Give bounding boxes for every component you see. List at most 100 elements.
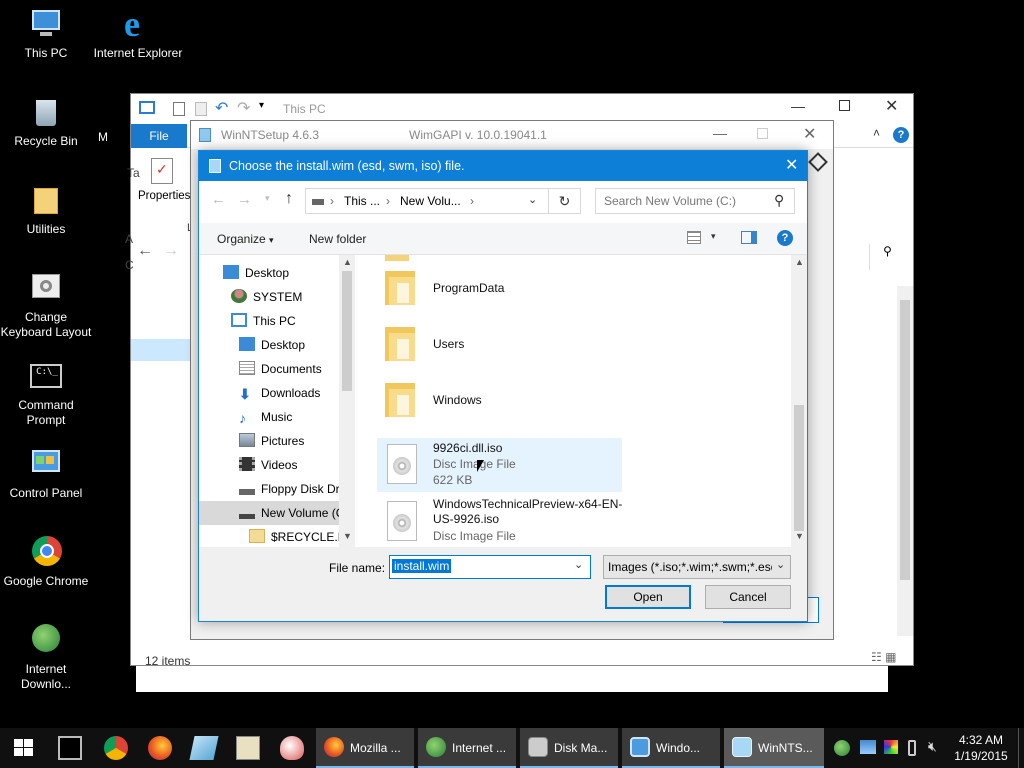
properties-icon[interactable]: [173, 102, 185, 116]
refresh-button[interactable]: ↻: [549, 188, 581, 214]
new-folder-button[interactable]: New folder: [309, 232, 366, 246]
details-view-icon[interactable]: ☷ ▦: [871, 650, 896, 664]
maximize-button[interactable]: [757, 128, 768, 139]
back-arrow-icon[interactable]: ←: [137, 242, 153, 260]
search-input[interactable]: Search New Volume (C:): [604, 194, 736, 208]
tray-download-icon[interactable]: [834, 740, 850, 756]
clock[interactable]: 4:32 AM 1/19/2015: [952, 732, 1010, 764]
file-item-programdata[interactable]: ProgramData: [377, 261, 622, 313]
taskbar-button-disk-management[interactable]: Disk Ma...: [520, 728, 618, 768]
clock-date: 1/19/2015: [954, 749, 1008, 763]
desktop-icon-command-prompt[interactable]: C:\_ Command Prompt: [0, 360, 92, 428]
desktop-icon-recycle-bin[interactable]: Recycle Bin: [0, 96, 92, 149]
speaker-muted-icon[interactable]: 🔇︎: [928, 738, 937, 755]
properties-label[interactable]: Properties: [138, 190, 190, 202]
cancel-button[interactable]: Cancel: [705, 585, 791, 609]
close-button[interactable]: ✕: [803, 124, 816, 144]
tree-item-system[interactable]: SYSTEM: [231, 285, 302, 309]
pictures-icon: [239, 433, 255, 447]
search-box[interactable]: Search New Volume (C:) ⚲: [595, 188, 795, 214]
tree-item-music[interactable]: ♪ Music: [239, 405, 292, 429]
desktop-icon-internet-explorer[interactable]: e Internet Explorer: [92, 6, 184, 61]
tree-item-documents[interactable]: Documents: [239, 357, 322, 381]
chart-app-icon[interactable]: [236, 736, 260, 760]
start-button[interactable]: [14, 739, 34, 757]
search-icon[interactable]: ⚲: [869, 244, 905, 270]
app-icon[interactable]: [189, 736, 219, 760]
chrome-icon[interactable]: [104, 736, 128, 760]
globe-icon: [28, 624, 64, 658]
open-button[interactable]: Open: [605, 585, 691, 609]
firefox-icon[interactable]: [148, 736, 172, 760]
tree-item-floppy[interactable]: Floppy Disk Dri: [239, 477, 342, 501]
breadcrumb-item[interactable]: This ...: [344, 194, 380, 208]
preview-pane-icon[interactable]: [741, 231, 757, 244]
forward-arrow-icon[interactable]: →: [237, 191, 252, 208]
breadcrumb-item[interactable]: New Volu...: [400, 194, 461, 208]
view-options-icon[interactable]: [687, 231, 701, 244]
close-button[interactable]: ✕: [785, 151, 798, 181]
new-folder-icon[interactable]: [195, 102, 207, 116]
tree-item-desktop-sub[interactable]: Desktop: [239, 333, 305, 357]
chevron-down-icon[interactable]: ⌄: [528, 193, 537, 206]
address-bar[interactable]: › This ... › New Volu... › ⌄: [305, 188, 549, 214]
forward-arrow-icon[interactable]: →: [163, 242, 179, 260]
user-icon: [231, 289, 247, 303]
organize-menu[interactable]: Organize ▾: [217, 232, 274, 246]
search-icon[interactable]: ⚲: [774, 192, 784, 209]
help-icon[interactable]: ?: [893, 127, 909, 143]
file-item-windows-technical-preview-iso[interactable]: WindowsTechnicalPreview-x64-EN-US-9926.i…: [377, 495, 627, 547]
close-button[interactable]: ✕: [885, 96, 898, 116]
chevron-down-icon[interactable]: ▾: [711, 231, 716, 242]
drive-icon[interactable]: [808, 152, 828, 172]
desktop-icon-this-pc[interactable]: This PC: [0, 8, 92, 61]
tree-item-this-pc[interactable]: This PC: [231, 309, 296, 333]
tree-item-desktop[interactable]: Desktop: [223, 261, 289, 285]
taskbar-button-windows[interactable]: Windo...: [622, 728, 720, 768]
desktop-icon-utilities[interactable]: Utilities: [0, 184, 92, 237]
up-arrow-icon[interactable]: ↑: [285, 190, 293, 208]
desktop-icon-change-keyboard-layout[interactable]: Change Keyboard Layout: [0, 272, 92, 340]
file-item-9926ci-iso[interactable]: 9926ci.dll.iso Disc Image File 622 KB: [377, 438, 622, 492]
file-item-users[interactable]: Users: [377, 317, 622, 369]
usb-icon[interactable]: [908, 740, 916, 756]
file-type-filter[interactable]: Images (*.iso;*.wim;*.swm;*.esd ⌄: [603, 555, 791, 579]
chevron-up-icon[interactable]: ˄: [873, 126, 880, 140]
tree-scrollbar[interactable]: ▲ ▼: [339, 255, 355, 547]
tree-item-downloads[interactable]: ⬇ Downloads: [239, 381, 320, 405]
show-desktop-button[interactable]: [1018, 728, 1024, 768]
tree-item-recycle[interactable]: $RECYCLE.BII: [249, 525, 352, 547]
tree-item-pictures[interactable]: Pictures: [239, 429, 304, 453]
tree-item-videos[interactable]: Videos: [239, 453, 297, 477]
explorer-scrollbar[interactable]: [897, 286, 913, 636]
tree-item-new-volume[interactable]: New Volume (C: [239, 501, 344, 525]
filename-input[interactable]: install.wim: [392, 559, 452, 573]
desktop-icon-label: Control Panel: [9, 486, 83, 500]
minimize-button[interactable]: —: [713, 125, 727, 141]
redo-icon[interactable]: ↷: [237, 98, 250, 118]
paint-icon[interactable]: [280, 736, 304, 760]
command-prompt-icon[interactable]: [58, 736, 82, 760]
taskbar-button-internet[interactable]: Internet ...: [418, 728, 516, 768]
help-icon[interactable]: ?: [777, 230, 793, 246]
chevron-down-icon: ⌄: [776, 559, 786, 571]
desktop-icon-google-chrome[interactable]: Google Chrome: [0, 536, 92, 589]
maximize-button[interactable]: [839, 100, 850, 111]
desktop-icon-internet-download-manager[interactable]: Internet Downlo...: [0, 624, 92, 692]
chevron-down-icon[interactable]: ▾: [259, 100, 264, 111]
taskbar-button-winntsetup[interactable]: WinNTS...: [724, 728, 824, 768]
tray-color-icon[interactable]: [884, 740, 898, 754]
tray-network-icon[interactable]: [860, 740, 876, 754]
file-tab[interactable]: File: [131, 124, 187, 148]
desktop-icon-control-panel[interactable]: Control Panel: [0, 448, 92, 501]
filename-combobox[interactable]: install.wim ⌄: [389, 555, 591, 579]
properties-icon[interactable]: ✓: [151, 158, 173, 184]
chevron-down-icon[interactable]: ⌄: [574, 558, 583, 571]
back-arrow-icon[interactable]: ←: [211, 191, 226, 208]
taskbar-button-mozilla[interactable]: Mozilla ...: [316, 728, 414, 768]
undo-icon[interactable]: ↶: [215, 98, 228, 118]
chevron-down-icon[interactable]: ▾: [265, 193, 270, 204]
file-list-scrollbar[interactable]: ▲ ▼: [791, 255, 807, 547]
minimize-button[interactable]: —: [791, 98, 805, 114]
file-item-windows[interactable]: Windows: [377, 373, 622, 425]
